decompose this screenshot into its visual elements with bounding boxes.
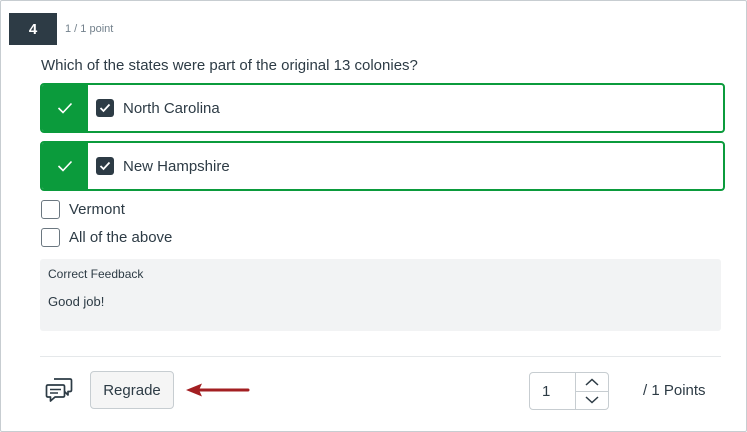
answer-label: Vermont [69, 200, 125, 218]
answer-checkbox[interactable] [41, 199, 60, 219]
answer-option-vermont[interactable]: Vermont [41, 199, 125, 219]
check-icon [57, 102, 73, 114]
feedback-body: Good job! [48, 294, 105, 309]
answer-option-new-hampshire[interactable]: New Hampshire [40, 141, 725, 191]
points-stepper[interactable]: 1 [529, 372, 609, 410]
question-number: 4 [9, 13, 57, 45]
checkmark-icon [99, 103, 111, 113]
chevron-down-icon [585, 396, 599, 404]
correct-indicator [42, 143, 88, 189]
answer-option-all-of-the-above[interactable]: All of the above [41, 227, 172, 247]
answer-checkbox[interactable] [41, 227, 60, 247]
answer-option-north-carolina[interactable]: North Carolina [40, 83, 725, 133]
stepper-buttons [576, 373, 608, 409]
points-total-label: / 1 Points [643, 382, 706, 399]
footer-divider [40, 356, 721, 357]
chevron-up-icon [585, 378, 599, 386]
feedback-box: Correct Feedback Good job! [40, 259, 721, 331]
correct-indicator [42, 85, 88, 131]
checkmark-icon [99, 161, 111, 171]
answer-label: North Carolina [123, 99, 220, 117]
question-text: Which of the states were part of the ori… [41, 57, 418, 74]
check-icon [57, 160, 73, 172]
comment-icon[interactable] [45, 377, 73, 403]
answer-label: All of the above [69, 228, 173, 246]
answer-checkbox[interactable] [96, 157, 114, 175]
arrow-left-icon [186, 383, 250, 397]
decrement-button[interactable] [576, 392, 608, 410]
question-card: 4 1 / 1 point Which of the states were p… [0, 0, 747, 432]
answer-label: New Hampshire [123, 157, 230, 175]
increment-button[interactable] [576, 373, 608, 392]
points-input[interactable]: 1 [530, 373, 576, 409]
feedback-title: Correct Feedback [48, 267, 144, 281]
question-score: 1 / 1 point [65, 23, 114, 35]
regrade-button[interactable]: Regrade [90, 371, 174, 409]
answer-checkbox[interactable] [96, 99, 114, 117]
